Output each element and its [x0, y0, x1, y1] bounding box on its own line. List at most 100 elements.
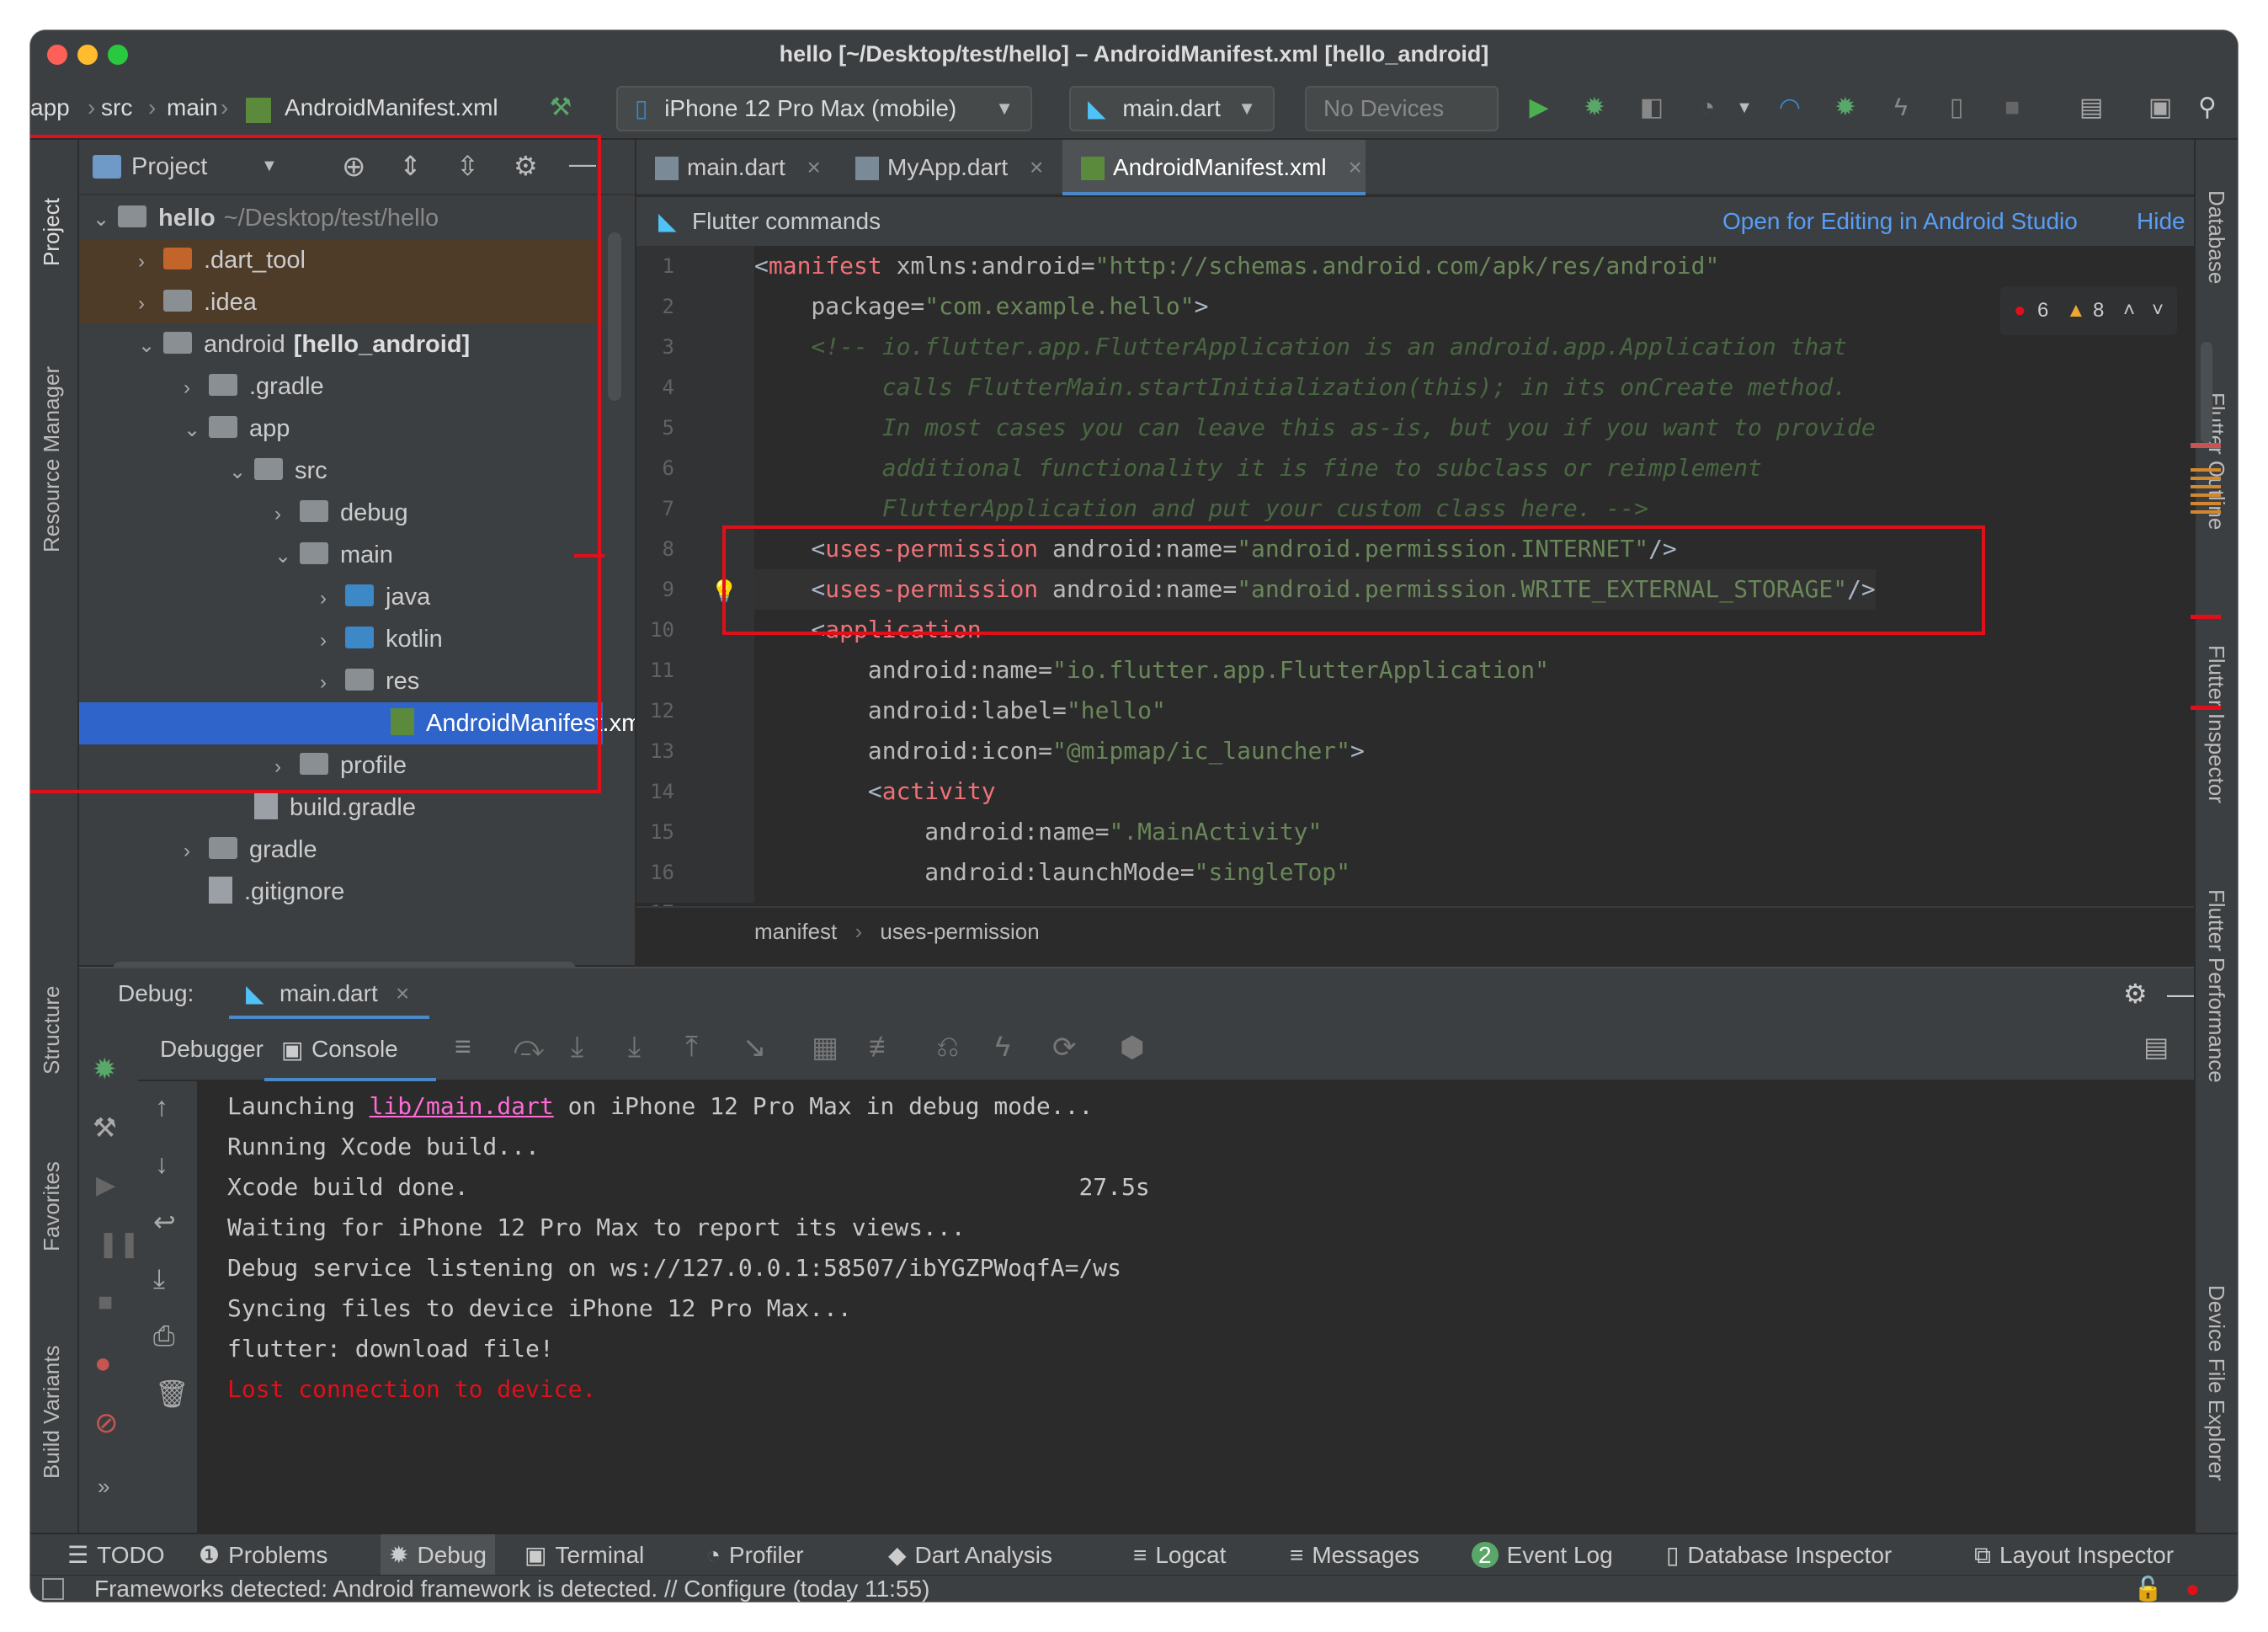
vertical-scrollbar[interactable] — [608, 232, 621, 401]
code-editor[interactable]: <manifest xmlns:android="http://schemas.… — [754, 246, 2194, 903]
tree-item[interactable]: › gradle — [79, 829, 603, 871]
stop-app-icon[interactable]: ⬢ — [1120, 1031, 1145, 1064]
device-file-explorer-tool-button[interactable]: Device File Explorer — [2203, 1285, 2229, 1481]
chevron-right-icon[interactable]: › — [274, 746, 300, 788]
chevron-down-icon[interactable]: ⌄ — [229, 451, 254, 493]
tree-item[interactable]: › debug — [79, 492, 603, 534]
chevron-down-icon[interactable]: ▼ — [261, 157, 278, 176]
error-stripe[interactable] — [2191, 615, 2221, 619]
tree-item[interactable]: › java — [79, 576, 603, 618]
tool-todo[interactable]: ☰ TODO — [67, 1534, 165, 1576]
run-icon[interactable]: ▶ — [1522, 91, 1556, 125]
wrench-icon[interactable]: ⚒ — [93, 1112, 117, 1144]
breadcrumb-file[interactable]: AndroidManifest.xml — [285, 94, 498, 121]
debug-session-tab[interactable]: ◣ main.dart × — [229, 968, 429, 1019]
chevron-down-icon[interactable]: ▼ — [1728, 91, 1761, 125]
tree-item[interactable]: .gitignore — [79, 871, 603, 904]
tree-item[interactable]: ⌄ src — [79, 450, 603, 492]
tree-item[interactable]: › res — [79, 660, 603, 702]
arrow-down-icon[interactable]: ↓ — [155, 1149, 168, 1180]
close-tab-icon[interactable]: × — [1030, 154, 1043, 180]
error-indicator-icon[interactable]: ● — [2185, 1576, 2200, 1602]
inspection-widget[interactable]: ● 6 ▲ 8 ˄ ˅ — [2000, 286, 2177, 335]
tool-terminal[interactable]: ▣ Terminal — [524, 1534, 644, 1576]
tab-myapp-dart[interactable]: MyApp.dart × — [837, 140, 1056, 195]
close-tab-icon[interactable]: × — [807, 154, 821, 180]
tool-database-inspector[interactable]: ▯ Database Inspector — [1666, 1534, 1892, 1576]
chevron-right-icon[interactable]: › — [320, 578, 345, 620]
project-tool-button[interactable]: Project — [39, 198, 65, 266]
menu-icon[interactable]: ≡ — [455, 1031, 471, 1064]
code-breadcrumb-manifest[interactable]: manifest — [754, 919, 837, 944]
view-breakpoints-icon[interactable]: ● — [94, 1347, 112, 1380]
breadcrumb-app[interactable]: app — [30, 94, 70, 121]
devices-status[interactable]: No Devices — [1305, 86, 1499, 131]
chevron-right-icon[interactable]: › — [274, 493, 300, 536]
console-output[interactable]: Launching lib/main.dart on iPhone 12 Pro… — [199, 1081, 2194, 1534]
close-tab-icon[interactable]: × — [396, 968, 409, 1019]
profile-icon[interactable]: ◔ — [1690, 91, 1724, 125]
minimize-panel-icon[interactable]: — — [2167, 968, 2194, 1019]
close-tab-icon[interactable]: × — [1348, 154, 1361, 180]
project-view-selector[interactable]: Project — [131, 153, 207, 181]
performance-icon[interactable]: ◠ — [1773, 91, 1807, 125]
tool-event-log[interactable]: 2 Event Log — [1472, 1534, 1613, 1576]
tab-main-dart[interactable]: main.dart × — [636, 140, 832, 195]
hot-restart-icon[interactable]: ⟳ — [1052, 1031, 1077, 1064]
next-issue-icon[interactable]: ˅ — [2152, 286, 2164, 335]
panel-toggle-icon[interactable] — [42, 1578, 64, 1600]
scroll-to-end-icon[interactable]: ⤓ — [153, 1263, 165, 1295]
tab-androidmanifest-xml[interactable]: AndroidManifest.xml × — [1062, 140, 1366, 195]
tool-debug[interactable]: ✹ Debug — [381, 1534, 495, 1576]
tree-item[interactable]: ⌄ app — [79, 408, 603, 450]
tool-profiler[interactable]: ◔ Profiler — [706, 1534, 804, 1576]
stop-icon[interactable]: ■ — [98, 1288, 113, 1317]
stop-icon[interactable]: ■ — [1995, 91, 2029, 125]
warning-stripe[interactable] — [2191, 468, 2221, 519]
resume-icon[interactable]: ▶ — [96, 1171, 115, 1200]
structure-tool-button[interactable]: Structure — [39, 986, 65, 1075]
tree-item[interactable]: › .gradle — [79, 365, 603, 408]
tree-item[interactable]: ⌄ android [hello_android] — [79, 323, 603, 365]
chevron-down-icon[interactable]: ⌄ — [184, 409, 209, 451]
search-icon[interactable]: ⚲ — [2191, 91, 2224, 125]
tab-debugger[interactable]: Debugger — [160, 1036, 264, 1063]
evaluate-icon[interactable]: ▦ — [812, 1031, 839, 1064]
chevron-right-icon[interactable]: › — [138, 241, 163, 283]
arrow-up-icon[interactable]: ↑ — [155, 1091, 168, 1123]
flutter-inspector-tool-button[interactable]: Flutter Inspector — [2203, 645, 2229, 803]
tab-console[interactable]: ▣ Console — [264, 1019, 436, 1081]
console-link[interactable]: lib/main.dart — [370, 1092, 554, 1120]
print-icon[interactable]: ⎙ — [153, 1320, 175, 1352]
minimize-window-button[interactable] — [77, 45, 98, 65]
chevron-down-icon[interactable]: ⌄ — [274, 536, 300, 578]
chevron-right-icon[interactable]: › — [138, 283, 163, 325]
project-structure-icon[interactable]: ▤ — [2074, 91, 2108, 125]
hide-link[interactable]: Hide — [2137, 197, 2185, 246]
step-out-icon[interactable]: ⤒ — [685, 1031, 698, 1064]
chevron-right-icon[interactable]: › — [320, 662, 345, 704]
breadcrumb-src[interactable]: src — [101, 94, 132, 121]
hot-reload-icon[interactable]: ϟ — [995, 1031, 1010, 1064]
tree-item[interactable]: › profile — [79, 744, 603, 787]
tool-dart-analysis[interactable]: ◆ Dart Analysis — [888, 1534, 1052, 1576]
step-into-icon[interactable]: ⤓ — [628, 1031, 641, 1064]
collapse-all-icon[interactable]: ⇳ — [456, 150, 479, 182]
trash-icon[interactable]: 🗑 — [155, 1378, 189, 1410]
tool-logcat[interactable]: ≡ Logcat — [1133, 1534, 1226, 1576]
error-stripe[interactable] — [2191, 443, 2221, 448]
tree-item[interactable]: ⌄ hello ~/Desktop/test/hello — [79, 197, 603, 239]
device-selector[interactable]: ▯ iPhone 12 Pro Max (mobile) ▼ — [616, 86, 1032, 131]
mute-breakpoints-icon[interactable]: ⊘ — [94, 1406, 119, 1440]
flutter-performance-tool-button[interactable]: Flutter Performance — [2203, 889, 2229, 1083]
chevron-right-icon[interactable]: › — [184, 830, 209, 872]
chevron-right-icon[interactable]: › — [320, 620, 345, 662]
tree-item[interactable]: build.gradle — [79, 787, 603, 829]
open-in-android-studio-link[interactable]: Open for Editing in Android Studio — [1722, 197, 2078, 246]
run-config-selector[interactable]: ◣ main.dart ▼ — [1069, 86, 1275, 131]
status-text[interactable]: Frameworks detected: Android framework i… — [94, 1576, 929, 1602]
hot-reload-icon[interactable]: ϟ — [1884, 91, 1918, 125]
tool-problems[interactable]: ❶ Problems — [199, 1534, 327, 1576]
trace-icon[interactable]: ≢ — [869, 1031, 897, 1064]
tree-item[interactable]: AndroidManifest.xml — [79, 702, 635, 744]
